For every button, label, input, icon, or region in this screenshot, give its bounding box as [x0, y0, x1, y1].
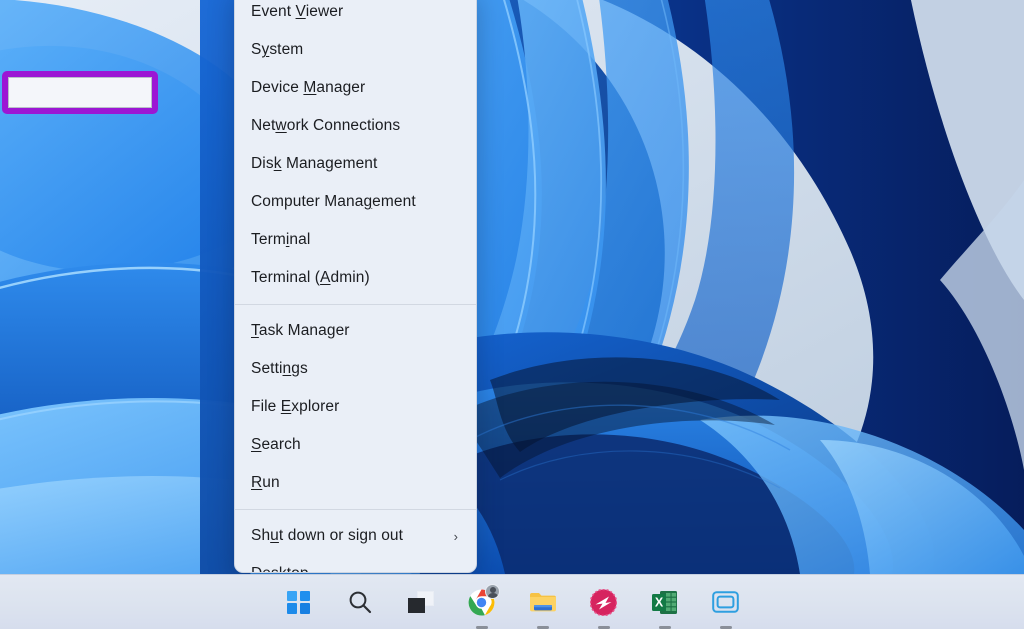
menu-item-settings[interactable]: Settings — [235, 350, 476, 388]
menu-item-label: Event Viewer — [251, 3, 462, 21]
menu-item-label: Task Manager — [251, 322, 462, 340]
menu-item-disk-management[interactable]: Disk Management — [235, 145, 476, 183]
taskbar[interactable]: X — [0, 574, 1024, 629]
chrome-button[interactable] — [462, 582, 502, 622]
menu-separator — [235, 304, 476, 305]
menu-item-computer-management[interactable]: Computer Management — [235, 183, 476, 221]
menu-item-label: Desktop — [251, 565, 462, 573]
menu-item-run[interactable]: Run — [235, 464, 476, 502]
menu-item-network-connections[interactable]: Network Connections — [235, 107, 476, 145]
search-icon — [347, 589, 373, 615]
menu-item-label: File Explorer — [251, 398, 462, 416]
menu-item-terminal-admin[interactable]: Terminal (Admin) — [235, 259, 476, 297]
menu-item-device-manager[interactable]: Device Manager — [235, 69, 476, 107]
menu-item-label: Network Connections — [251, 117, 462, 135]
menu-item-file-explorer[interactable]: File Explorer — [235, 388, 476, 426]
menu-item-task-manager[interactable]: Task Manager — [235, 312, 476, 350]
crimson-app-button[interactable] — [584, 582, 624, 622]
chrome-icon — [468, 589, 495, 616]
menu-item-label: Run — [251, 474, 462, 492]
task-view-icon — [408, 591, 434, 613]
search-button[interactable] — [340, 582, 380, 622]
excel-icon: X — [651, 589, 678, 616]
menu-item-label: Terminal — [251, 231, 462, 249]
menu-item-label: Search — [251, 436, 462, 454]
start-button[interactable] — [279, 582, 319, 622]
svg-text:X: X — [655, 595, 664, 609]
blue-app-button[interactable] — [706, 582, 746, 622]
menu-item-label: Device Manager — [251, 79, 462, 97]
folder-icon — [529, 590, 557, 614]
menu-item-label: Disk Management — [251, 155, 462, 173]
desktop-wallpaper[interactable] — [0, 0, 1024, 574]
chevron-right-icon: › — [454, 529, 462, 544]
menu-item-label: Shut down or sign out — [251, 527, 454, 545]
menu-item-shut-down-or-sign-out[interactable]: Shut down or sign out› — [235, 517, 476, 555]
menu-item-label: Terminal (Admin) — [251, 269, 462, 287]
wallpaper-artwork — [0, 0, 1024, 574]
blue-app-icon — [712, 590, 739, 614]
menu-item-event-viewer[interactable]: Event Viewer — [235, 0, 476, 31]
crimson-app-icon — [590, 589, 617, 616]
chrome-profile-avatar — [485, 584, 500, 599]
excel-button[interactable]: X — [645, 582, 685, 622]
menu-item-terminal[interactable]: Terminal — [235, 221, 476, 259]
menu-item-label: Computer Management — [251, 193, 462, 211]
windows-logo-icon — [287, 591, 310, 614]
menu-item-label: Settings — [251, 360, 462, 378]
menu-item-system[interactable]: System — [235, 31, 476, 69]
task-view-button[interactable] — [401, 582, 441, 622]
menu-item-desktop[interactable]: Desktop — [235, 555, 476, 573]
menu-item-label: System — [251, 41, 462, 59]
menu-separator — [235, 509, 476, 510]
winx-context-menu[interactable]: Event Viewer System Device Manager Network … — [234, 0, 477, 573]
file-explorer-button[interactable] — [523, 582, 563, 622]
menu-item-search[interactable]: Search — [235, 426, 476, 464]
